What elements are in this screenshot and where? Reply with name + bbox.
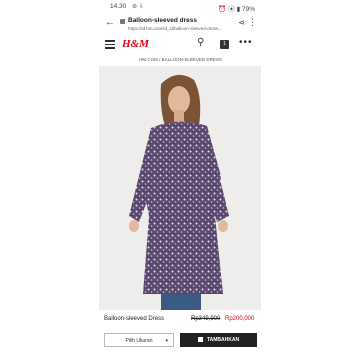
search-icon[interactable]: ⚲ (197, 37, 204, 48)
back-arrow-icon[interactable]: ← (105, 17, 115, 28)
original-price: Rp349,900 (191, 316, 221, 322)
breadcrumb[interactable]: HM.COM / BALLOON-SLEEVED DRESS (96, 57, 265, 62)
add-button-label: TAMBAHKAN (206, 337, 240, 343)
overflow-menu-icon[interactable]: ⋮ (248, 17, 257, 28)
size-select-label: Pilih Ukuran (125, 338, 153, 344)
hm-logo[interactable]: H&M (122, 38, 149, 50)
url-text[interactable]: https://id.hm.com/id_id/balloon-sleeved-… (128, 26, 234, 31)
shopping-bag-icon[interactable]: 1 (220, 40, 229, 49)
site-header: H&M ⚲ 1 ••• (96, 36, 265, 54)
page-title: Balloon-sleeved dress (128, 17, 197, 24)
menu-icon[interactable] (105, 40, 115, 49)
product-image[interactable] (99, 66, 261, 310)
sale-price: Rp200,000 (225, 316, 255, 322)
add-to-bag-button[interactable]: TAMBAHKAN (180, 333, 257, 347)
more-options-icon[interactable]: ••• (239, 37, 253, 48)
chevron-down-icon: ▾ (165, 338, 168, 344)
share-icon[interactable]: ⋖ (238, 18, 245, 27)
product-name: Balloon-sleeved Dress (104, 316, 165, 322)
battery-level: 79% (241, 6, 255, 13)
system-icons: ⏰ ⦿ ▮ (218, 6, 241, 13)
status-bar: 14.30 ⊕ ⇩ ⏰ ⦿ ▮ 79% (96, 0, 265, 14)
bag-icon (197, 337, 203, 342)
lock-icon (120, 19, 125, 24)
status-time: 14.30 (110, 3, 127, 10)
model-photo (99, 66, 261, 310)
browser-bar: ← Balloon-sleeved dress https://id.hm.co… (96, 14, 265, 36)
notification-icons: ⊕ ⇩ (132, 4, 144, 10)
status-right: ⏰ ⦿ ▮ 79% (218, 3, 255, 13)
phone-screen: 14.30 ⊕ ⇩ ⏰ ⦿ ▮ 79% ← Balloon-sleeved dr… (96, 0, 265, 360)
size-select[interactable]: Pilih Ukuran ▾ (104, 333, 174, 347)
